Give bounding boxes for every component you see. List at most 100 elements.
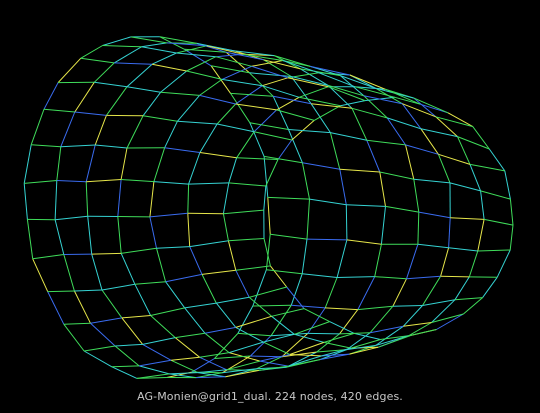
graph-edge bbox=[117, 179, 122, 217]
graph-edge bbox=[120, 147, 128, 180]
graph-edge bbox=[199, 352, 230, 358]
graph-edge bbox=[469, 163, 505, 172]
graph-edge bbox=[60, 111, 76, 147]
graph-edge bbox=[201, 269, 236, 275]
graph-edge bbox=[90, 317, 122, 324]
graph-edge bbox=[174, 337, 201, 358]
graph-edge bbox=[101, 289, 123, 319]
graph-edge bbox=[126, 63, 153, 88]
graph-edge bbox=[488, 148, 506, 172]
graph-edge bbox=[270, 304, 292, 336]
graph-edge bbox=[480, 190, 511, 200]
graph-edge bbox=[23, 183, 28, 220]
graph-edge bbox=[325, 307, 358, 311]
graph-edge bbox=[199, 94, 236, 105]
graph-edge bbox=[270, 265, 288, 288]
graph-edge bbox=[271, 315, 295, 335]
graph-edge bbox=[324, 277, 338, 309]
graph-edge bbox=[153, 181, 189, 185]
graph-edge bbox=[184, 302, 217, 309]
graph-edge bbox=[102, 36, 131, 46]
graph-edge bbox=[169, 372, 198, 375]
graph-edge bbox=[307, 332, 340, 335]
graph-edge bbox=[237, 332, 272, 337]
graph-edge bbox=[266, 269, 303, 275]
graph-edge bbox=[482, 277, 498, 298]
graph-edge bbox=[385, 205, 419, 213]
graph-edge bbox=[85, 181, 89, 217]
graph-edge bbox=[91, 252, 122, 255]
graph-edge bbox=[357, 276, 376, 310]
graph-edge bbox=[436, 313, 464, 330]
graph-edge bbox=[422, 275, 442, 306]
graph-edge bbox=[262, 77, 288, 87]
graph-edge bbox=[408, 329, 437, 337]
graph-edge bbox=[83, 350, 112, 368]
graph-edge bbox=[216, 296, 250, 304]
graph-edge bbox=[134, 281, 166, 285]
graph-edge bbox=[468, 250, 479, 278]
graph-edge bbox=[374, 244, 382, 277]
graph-edge bbox=[379, 171, 414, 180]
graph-edge bbox=[152, 63, 187, 72]
graph-edge bbox=[189, 246, 203, 275]
graph-edge bbox=[60, 144, 96, 148]
graph-edge bbox=[177, 120, 218, 125]
graph-edge bbox=[223, 209, 264, 215]
graph-edge bbox=[310, 103, 331, 133]
graph-edge bbox=[449, 182, 481, 192]
graph-edge bbox=[84, 345, 116, 352]
graph-edge bbox=[121, 317, 144, 345]
graph-edge bbox=[80, 45, 103, 59]
graph-edge bbox=[328, 86, 366, 102]
graph-edge bbox=[186, 70, 223, 80]
graph-edge bbox=[139, 359, 172, 367]
graph-edge bbox=[380, 206, 386, 245]
graph-edge bbox=[228, 238, 265, 242]
graph-edge bbox=[63, 323, 85, 352]
graph-edge bbox=[448, 217, 451, 248]
graph-edge bbox=[267, 196, 310, 200]
graph-edge bbox=[90, 322, 116, 347]
graph-edge bbox=[187, 213, 191, 247]
graph-edge bbox=[301, 162, 310, 200]
graph-edge bbox=[286, 359, 321, 368]
graph-edges bbox=[23, 36, 514, 379]
graph-edge bbox=[351, 108, 368, 141]
graph-edge bbox=[440, 247, 450, 277]
graph-edge bbox=[263, 341, 291, 355]
graph-edge bbox=[74, 82, 95, 113]
graph-edge bbox=[252, 269, 267, 307]
graph-edge bbox=[250, 335, 272, 357]
graph-edge bbox=[102, 45, 142, 48]
graph-edge bbox=[301, 239, 308, 274]
graph-edge bbox=[115, 343, 143, 347]
graph-edge bbox=[447, 112, 474, 128]
graph-edge bbox=[149, 216, 157, 249]
graph-edge bbox=[142, 343, 172, 361]
graph-edge bbox=[24, 180, 57, 184]
graph-edge bbox=[121, 315, 151, 319]
graph-edge bbox=[413, 179, 420, 213]
graph-edge bbox=[170, 359, 199, 374]
graph-edge bbox=[236, 131, 255, 159]
graph-edge bbox=[73, 290, 91, 324]
graph-edge bbox=[251, 65, 288, 79]
graph-edge bbox=[496, 249, 511, 278]
graph-edge bbox=[330, 132, 367, 141]
graph-edge bbox=[230, 92, 274, 97]
graph-edge bbox=[235, 265, 271, 271]
graph-edge bbox=[448, 247, 478, 252]
graph-edge bbox=[249, 72, 292, 77]
graph-edge bbox=[204, 326, 236, 334]
graph-edge bbox=[177, 95, 200, 122]
graph-edge bbox=[149, 212, 188, 218]
graph-edge bbox=[235, 103, 277, 111]
graph-edge bbox=[463, 297, 483, 315]
graph-edge bbox=[379, 171, 386, 207]
graph-edge bbox=[188, 152, 201, 185]
graph-edge bbox=[57, 57, 82, 83]
graph-edge bbox=[417, 243, 449, 249]
graph-edge bbox=[339, 168, 380, 173]
graph-edge bbox=[469, 164, 482, 192]
